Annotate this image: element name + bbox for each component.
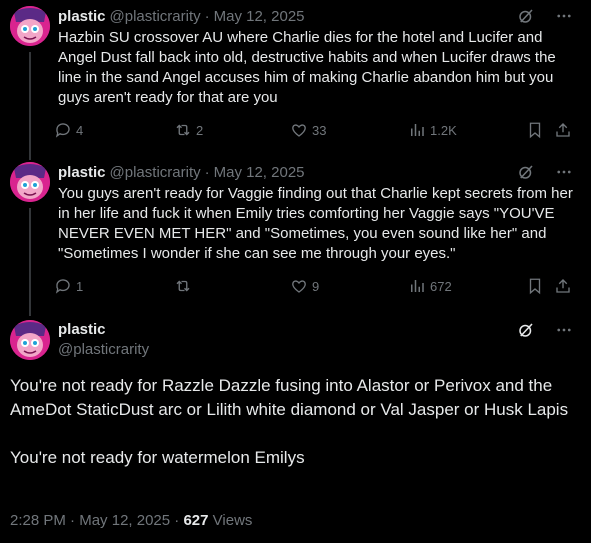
views-count: 1.2K bbox=[430, 122, 457, 138]
share-button[interactable] bbox=[554, 276, 572, 296]
separator: · bbox=[204, 163, 210, 181]
views-button[interactable]: 672 bbox=[408, 276, 452, 296]
grok-icon[interactable] bbox=[517, 321, 535, 339]
repost-button[interactable]: 2 bbox=[174, 120, 203, 140]
heart-icon bbox=[292, 280, 306, 293]
bookmark-icon bbox=[529, 122, 541, 139]
tweet[interactable]: plastic @plasticrarity · May 12, 2025 Yo… bbox=[0, 162, 591, 302]
handle[interactable]: @plasticrarity bbox=[58, 340, 149, 360]
share-icon bbox=[556, 123, 570, 137]
paragraph: You're not ready for watermelon Emilys bbox=[10, 448, 305, 467]
avatar[interactable] bbox=[10, 6, 50, 46]
timestamp[interactable]: May 12, 2025 bbox=[214, 164, 305, 181]
grok-icon[interactable] bbox=[517, 163, 535, 181]
avatar-image bbox=[10, 320, 50, 360]
reply-count: 4 bbox=[76, 122, 84, 138]
tweet-meta: 2:28 PM · May 12, 2025 · 627 Views bbox=[10, 511, 252, 531]
repost-button[interactable] bbox=[174, 276, 196, 296]
bookmark-icon bbox=[529, 278, 541, 295]
handle[interactable]: @plasticrarity bbox=[110, 164, 201, 181]
tweet-actions: 4 2 33 1.2K bbox=[54, 120, 584, 140]
reply-count: 1 bbox=[76, 278, 84, 294]
timestamp-time[interactable]: 2:28 PM bbox=[10, 512, 66, 529]
avatar-image bbox=[10, 6, 50, 46]
views-label: Views bbox=[212, 512, 253, 529]
views-count: 627 bbox=[183, 512, 209, 529]
like-count: 9 bbox=[312, 278, 320, 294]
analytics-icon bbox=[411, 280, 424, 292]
more-icon[interactable] bbox=[555, 7, 573, 25]
separator: · bbox=[70, 512, 76, 529]
tweet-header: plastic @plasticrarity · May 12, 2025 bbox=[58, 162, 305, 182]
paragraph: You're not ready for Razzle Dazzle fusin… bbox=[10, 376, 569, 419]
reply-icon bbox=[55, 279, 70, 294]
separator: · bbox=[174, 512, 180, 529]
timestamp-date[interactable]: May 12, 2025 bbox=[79, 512, 170, 529]
tweet[interactable]: plastic @plasticrarity · May 12, 2025 Ha… bbox=[0, 6, 591, 150]
repost-icon bbox=[176, 280, 190, 292]
share-icon bbox=[556, 279, 570, 293]
reply-icon bbox=[55, 123, 70, 138]
analytics-icon bbox=[411, 124, 424, 136]
like-button[interactable]: 33 bbox=[290, 120, 326, 140]
tweet-top-icons bbox=[517, 320, 573, 340]
repost-count: 2 bbox=[196, 122, 204, 138]
bookmark-button[interactable] bbox=[526, 120, 544, 140]
timestamp[interactable]: May 12, 2025 bbox=[214, 8, 305, 25]
more-icon[interactable] bbox=[555, 321, 573, 339]
reply-button[interactable]: 4 bbox=[54, 120, 83, 140]
views-count: 672 bbox=[430, 278, 452, 294]
main-tweet-text: You're not ready for Razzle Dazzle fusin… bbox=[10, 374, 580, 470]
more-icon[interactable] bbox=[555, 163, 573, 181]
like-count: 33 bbox=[312, 122, 327, 138]
display-name[interactable]: plastic bbox=[58, 164, 106, 181]
bookmark-button[interactable] bbox=[526, 276, 544, 296]
tweet-header: plastic @plasticrarity · May 12, 2025 bbox=[58, 6, 305, 26]
tweet-actions: 1 9 672 bbox=[54, 276, 584, 296]
views-button[interactable]: 1.2K bbox=[408, 120, 457, 140]
heart-icon bbox=[292, 124, 306, 137]
handle[interactable]: @plasticrarity bbox=[110, 8, 201, 25]
tweet-text: Hazbin SU crossover AU where Charlie die… bbox=[58, 29, 556, 106]
avatar-image bbox=[10, 162, 50, 202]
repost-icon bbox=[176, 124, 190, 136]
like-button[interactable]: 9 bbox=[290, 276, 319, 296]
display-name[interactable]: plastic bbox=[58, 8, 106, 25]
tweet-top-icons bbox=[517, 162, 573, 182]
tweet-top-icons bbox=[517, 6, 573, 26]
avatar[interactable] bbox=[10, 320, 50, 360]
display-name[interactable]: plastic bbox=[58, 320, 106, 340]
separator: · bbox=[204, 7, 210, 25]
tweet-text: You guys aren't ready for Vaggie finding… bbox=[58, 185, 573, 262]
grok-icon[interactable] bbox=[517, 7, 535, 25]
avatar[interactable] bbox=[10, 162, 50, 202]
reply-button[interactable]: 1 bbox=[54, 276, 83, 296]
share-button[interactable] bbox=[554, 120, 572, 140]
